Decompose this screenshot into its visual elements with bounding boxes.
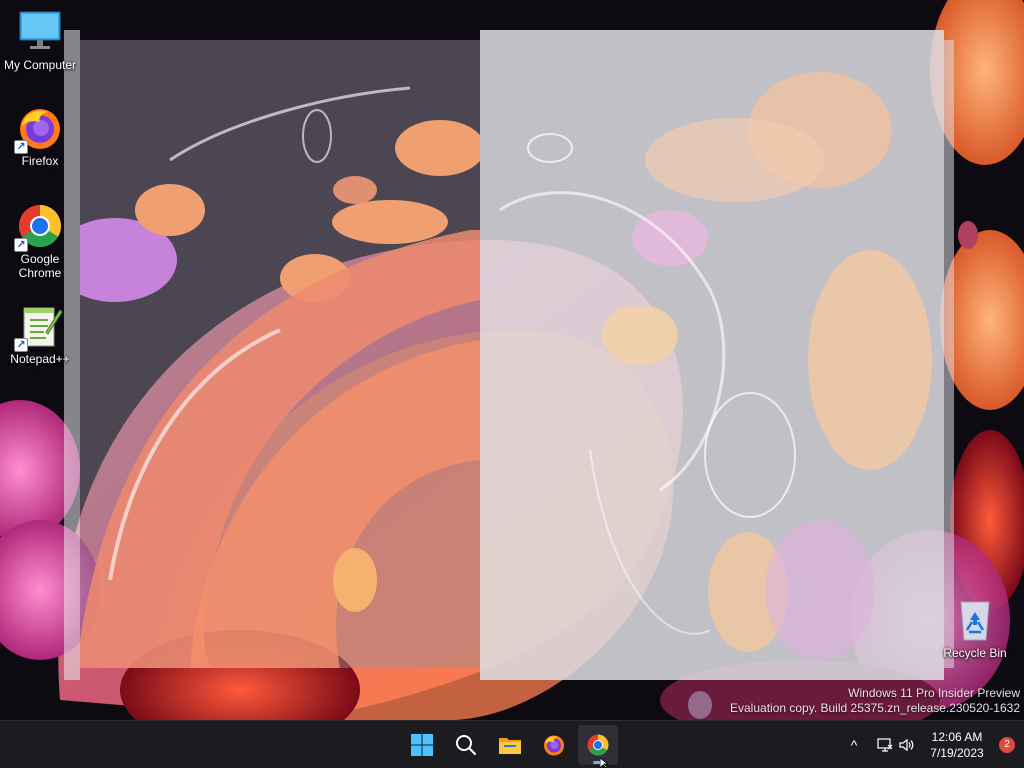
chevron-up-icon: ^ — [850, 737, 858, 753]
window-ghost-right — [944, 40, 954, 668]
desktop-icon-notepadpp[interactable]: ↗ Notepad++ — [0, 302, 80, 366]
windows-start-icon — [411, 734, 433, 756]
search-icon — [456, 735, 477, 756]
firefox-icon — [544, 735, 564, 756]
taskbar: ^ 12:06 AM 7/19/2023 2 — [0, 720, 1024, 768]
watermark-edition: Windows 11 Pro Insider Preview — [848, 686, 1020, 700]
desktop-icon-label: Notepad++ — [10, 352, 70, 366]
watermark-build: Evaluation copy. Build 25375.zn_release.… — [730, 701, 1020, 715]
network-volume-button[interactable] — [868, 725, 924, 765]
windows-watermark: Windows 11 Pro Insider Preview Evaluatio… — [730, 686, 1020, 716]
desktop-icon-label: Firefox — [21, 154, 59, 168]
recycle-bin-icon — [951, 596, 999, 644]
desktop-icon-my-computer[interactable]: My Computer — [0, 8, 80, 72]
shortcut-arrow-icon: ↗ — [14, 238, 28, 252]
notification-badge: 2 — [999, 737, 1015, 753]
start-button[interactable] — [402, 725, 442, 765]
search-button[interactable] — [446, 725, 486, 765]
desktop-icon-label: Recycle Bin — [943, 646, 1007, 660]
shortcut-arrow-icon: ↗ — [14, 140, 28, 154]
firefox-icon: ↗ — [14, 104, 64, 154]
desktop-icon-firefox[interactable]: ↗ Firefox — [0, 104, 80, 168]
desktop-icon-label: Google Chrome — [18, 252, 62, 280]
desktop-icon-label: My Computer — [3, 58, 77, 72]
notepadpp-icon: ↗ — [14, 302, 64, 352]
clock-date: 7/19/2023 — [930, 746, 984, 760]
desktop-icon-recycle-bin[interactable]: Recycle Bin — [935, 596, 1015, 660]
clock-time: 12:06 AM — [931, 730, 983, 744]
firefox-taskbar-button[interactable] — [534, 725, 574, 765]
chrome-icon — [587, 734, 609, 756]
chrome-taskbar-button[interactable] — [578, 725, 618, 765]
taskbar-apps — [402, 721, 618, 768]
system-tray: ^ 12:06 AM 7/19/2023 2 — [840, 721, 1024, 768]
shortcut-arrow-icon: ↗ — [14, 338, 28, 352]
monitor-icon — [16, 8, 64, 56]
clock[interactable]: 12:06 AM 7/19/2023 — [924, 725, 990, 765]
show-hidden-icons-button[interactable]: ^ — [840, 725, 868, 765]
translucent-window-left[interactable] — [80, 40, 480, 668]
translucent-window-right[interactable] — [480, 30, 944, 680]
folder-icon — [499, 738, 521, 754]
file-explorer-button[interactable] — [490, 725, 530, 765]
desktop-icon-google-chrome[interactable]: ↗ Google Chrome — [0, 202, 80, 280]
network-icon — [877, 738, 893, 752]
mouse-cursor-icon — [600, 758, 610, 768]
chrome-icon: ↗ — [14, 202, 64, 252]
window-right-content — [499, 72, 932, 660]
notification-center-button[interactable]: 2 — [990, 725, 1024, 765]
volume-icon — [899, 738, 914, 752]
window-left-content — [80, 86, 480, 668]
